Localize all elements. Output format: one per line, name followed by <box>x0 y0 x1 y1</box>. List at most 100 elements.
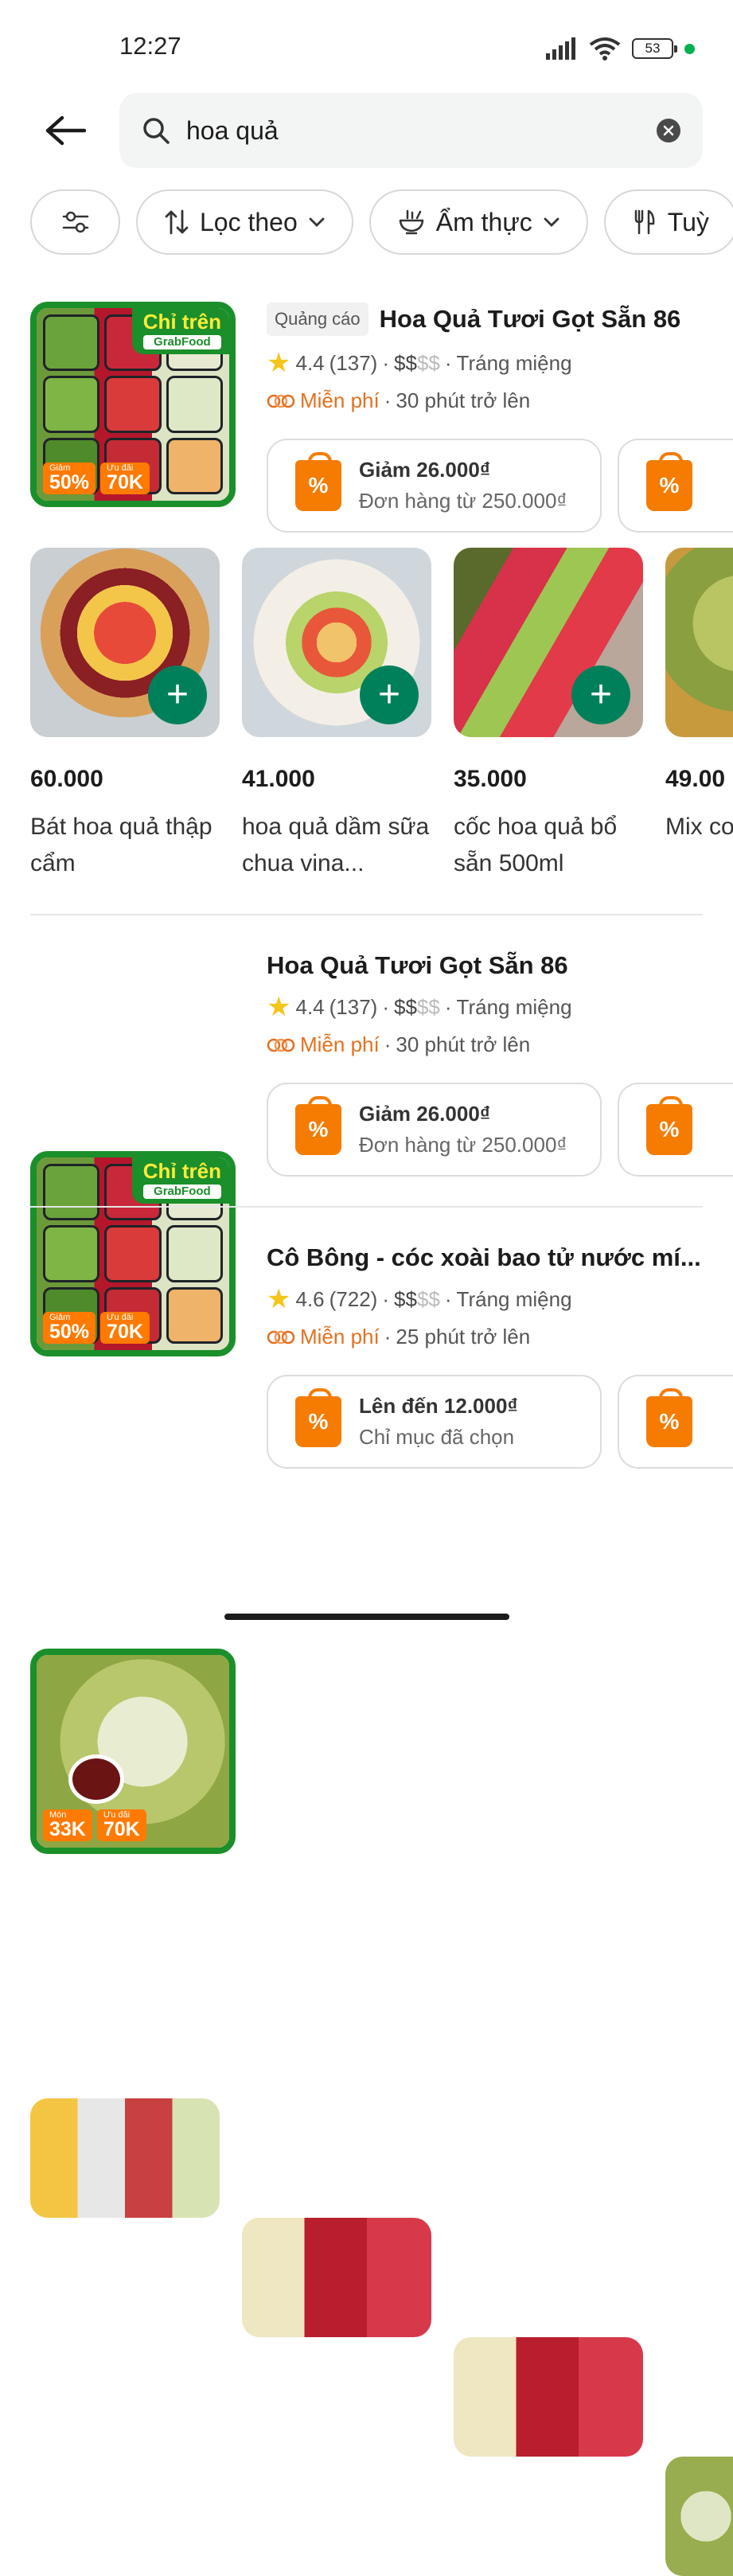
item-name: Bát hoa quả thập cẩm <box>30 814 212 876</box>
deal-badge: Ưu đãi 70K <box>100 463 150 494</box>
discount-badge-value: 50% <box>49 1321 90 1343</box>
cuisine-chip[interactable]: Ẩm thực <box>368 189 588 255</box>
sort-chip[interactable]: Lọc theo <box>136 189 353 255</box>
delivery-time: 25 phút trở lên <box>396 1325 531 1348</box>
merchant-title-row: Cô Bông - cóc xoài bao tử nước mí... <box>267 1243 701 1272</box>
discount-bag-icon: % <box>646 1388 692 1447</box>
sauce-bowl-image <box>68 1754 124 1804</box>
clear-search-button[interactable] <box>657 119 680 142</box>
grabfood-exclusive-tag: Chỉ trên GrabFood <box>131 308 229 355</box>
offer-card[interactable]: % Giảm 26.000₫ Đơn hàng từ 250.000₫ <box>267 439 602 533</box>
utensils-icon <box>634 209 655 235</box>
merchant-meta: ★ 4.4 (137) · $$$$ · Tráng miệng <box>267 993 572 1021</box>
sliders-icon <box>62 211 88 233</box>
star-icon: ★ <box>267 992 291 1022</box>
food-image-partial[interactable] <box>665 2457 733 2576</box>
merchant-thumbnail[interactable]: Món 33K Ưu đãi 70K <box>30 1649 236 1854</box>
star-icon: ★ <box>267 348 291 378</box>
chevron-down-icon <box>309 217 325 227</box>
sort-chip-label: Lọc theo <box>200 207 298 236</box>
food-image: + <box>242 548 431 737</box>
merchant-name[interactable]: Hoa Quả Tươi Gọt Sẵn 86 <box>267 951 568 980</box>
discount-bag-icon: % <box>295 1388 341 1447</box>
offer-card-partial[interactable]: % <box>618 1083 733 1177</box>
food-item-partial[interactable]: 49.00 Mix co lắc mu <box>665 548 733 845</box>
free-delivery-label: Miễn phí <box>300 388 380 412</box>
offer-card[interactable]: % Lên đến 12.000₫ Chỉ mục đã chọn <box>267 1375 602 1469</box>
separator: · <box>382 994 390 1019</box>
category: Tráng miệng <box>456 1286 572 1311</box>
delivery-time: 30 phút trở lên <box>396 388 531 412</box>
promo-badges: Giảm 50% Ưu đãi 70K <box>43 1312 150 1344</box>
add-item-button[interactable]: + <box>571 665 630 724</box>
food-image[interactable] <box>454 2337 643 2457</box>
review-count: (722) <box>329 1286 378 1311</box>
add-item-button[interactable]: + <box>360 665 419 724</box>
separator: · <box>382 350 390 375</box>
deal-badge: Ưu đãi 70K <box>96 1809 146 1841</box>
discount-bag-icon: % <box>646 1096 692 1155</box>
price-level-muted: $$ <box>416 994 440 1019</box>
arrow-left-icon <box>45 115 86 146</box>
merchant-thumbnail[interactable]: Chỉ trên GrabFood Giảm 50% Ưu đãi 70K <box>30 302 236 507</box>
item-price: 60.000 <box>30 766 103 792</box>
merchant-thumbnail[interactable]: Chỉ trên GrabFood Giảm 50% Ưu đãi 70K <box>30 1151 236 1356</box>
home-indicator[interactable] <box>224 1614 509 1620</box>
food-image: + <box>454 548 643 737</box>
cuisine-chip-label: Ẩm thực <box>435 207 532 236</box>
delivery-info: Miễn phí · 30 phút trở lên <box>267 388 530 413</box>
food-item[interactable]: + 35.000 cốc hoa quả bổ sẵn 500ml <box>454 548 643 882</box>
grabfood-label: GrabFood <box>142 1185 221 1200</box>
discount-badge: Giảm 50% <box>43 463 96 494</box>
deal-badge-value: 70K <box>107 1321 143 1343</box>
free-delivery-label: Miễn phí <box>300 1032 380 1056</box>
price-level-muted: $$ <box>416 1286 440 1311</box>
exclusive-tag-text: Chỉ trên <box>142 1159 221 1183</box>
search-bar[interactable]: hoa quả <box>119 93 703 168</box>
discount-bag-icon: % <box>646 452 692 511</box>
price-level-muted: $$ <box>416 350 440 375</box>
exclusive-tag-text: Chỉ trên <box>142 310 221 334</box>
add-item-button[interactable]: + <box>148 665 207 724</box>
offer-title: Lên đến 12.000₫ <box>359 1394 518 1418</box>
offer-subtitle: Đơn hàng từ 250.000₫ <box>359 489 567 513</box>
divider <box>30 914 703 915</box>
free-delivery-icon <box>267 394 295 408</box>
item-price: 35.000 <box>454 766 527 792</box>
merchant-name[interactable]: Cô Bông - cóc xoài bao tử nước mí... <box>267 1243 701 1272</box>
battery-icon: 53 <box>632 38 677 59</box>
food-image <box>665 548 733 737</box>
status-time: 12:27 <box>119 32 181 60</box>
food-item[interactable]: + 41.000 hoa quả dầm sữa chua vina... <box>242 548 431 882</box>
offer-title: Giảm 26.000₫ <box>359 458 491 482</box>
item-price: 49.00 <box>665 766 726 792</box>
deal-badge-value: 70K <box>107 471 143 494</box>
offer-card-partial[interactable]: % <box>618 1375 733 1469</box>
grabfood-exclusive-tag: Chỉ trên GrabFood <box>131 1157 229 1204</box>
item-price-badge-value: 33K <box>49 1818 86 1840</box>
search-input[interactable]: hoa quả <box>186 116 657 146</box>
offer-card-partial[interactable]: % <box>618 439 733 533</box>
options-chip[interactable]: Tuỳ <box>603 189 733 255</box>
search-icon <box>143 118 170 144</box>
merchant-meta: ★ 4.6 (722) · $$$$ · Tráng miệng <box>267 1286 572 1313</box>
separator: · <box>444 994 452 1019</box>
review-count: (137) <box>329 994 378 1019</box>
food-image[interactable] <box>30 2098 220 2218</box>
filter-chips: Lọc theo Ẩm thực Tuỳ <box>30 189 733 255</box>
separator: · <box>444 350 452 375</box>
back-button[interactable] <box>40 105 91 156</box>
price-level: $$ <box>394 1286 417 1311</box>
filter-settings-chip[interactable] <box>30 189 120 255</box>
item-price: 41.000 <box>242 766 315 792</box>
price-level: $$ <box>394 994 417 1019</box>
divider <box>30 1206 703 1208</box>
food-item[interactable]: + 60.000 Bát hoa quả thập cẩm <box>30 548 220 882</box>
separator: · <box>384 388 392 412</box>
merchant-name[interactable]: Hoa Quả Tươi Gọt Sẵn 86 <box>380 305 681 334</box>
item-name: Mix co lắc mu <box>665 814 733 840</box>
promo-badges: Giảm 50% Ưu đãi 70K <box>43 463 150 494</box>
separator: · <box>384 1032 392 1056</box>
offer-card[interactable]: % Giảm 26.000₫ Đơn hàng từ 250.000₫ <box>267 1083 602 1177</box>
food-image[interactable] <box>242 2218 431 2337</box>
